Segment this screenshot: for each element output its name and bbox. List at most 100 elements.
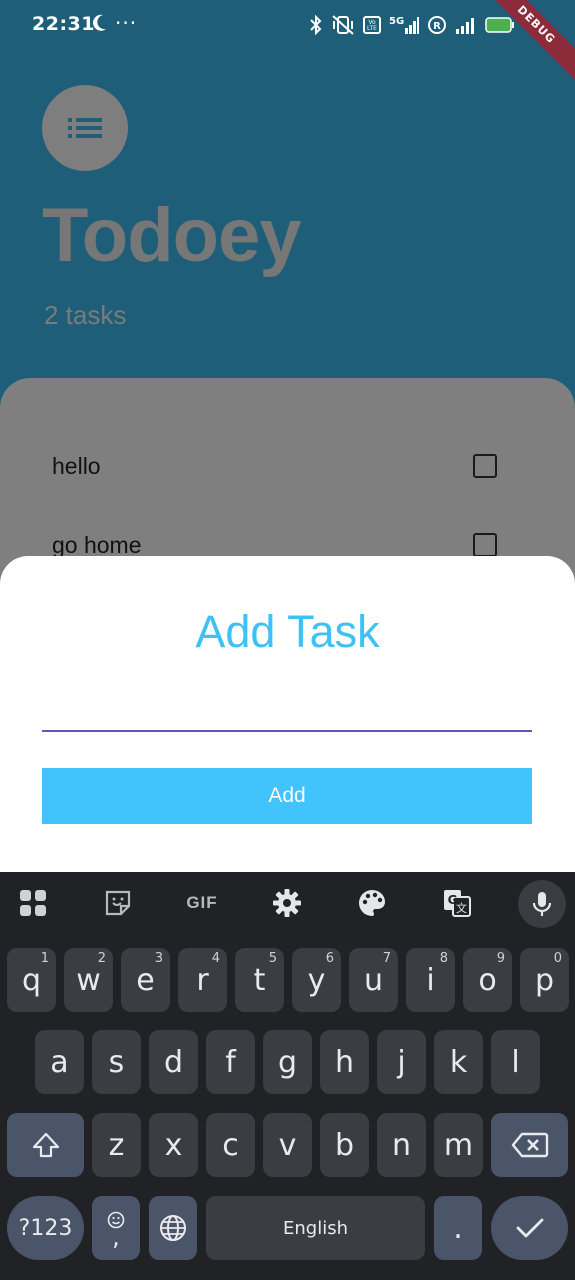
key-label: o xyxy=(478,962,497,998)
key-j[interactable]: j xyxy=(377,1030,426,1094)
key-hint: 9 xyxy=(496,951,505,966)
key-c[interactable]: c xyxy=(206,1113,255,1177)
key-v[interactable]: v xyxy=(263,1113,312,1177)
mic-icon[interactable] xyxy=(518,880,566,928)
key-m[interactable]: m xyxy=(434,1113,483,1177)
key-label: u xyxy=(363,962,383,998)
moon-icon xyxy=(93,14,106,31)
key-label: i xyxy=(426,962,435,998)
key-a[interactable]: a xyxy=(35,1030,84,1094)
key-label: y xyxy=(307,962,326,998)
key-label: g xyxy=(277,1044,298,1080)
keyboard-toolbar: GIF G 文 xyxy=(0,872,575,936)
key-label: j xyxy=(397,1044,406,1080)
svg-text:文: 文 xyxy=(456,901,467,915)
key-s[interactable]: s xyxy=(92,1030,141,1094)
volte-icon: Vo LTE xyxy=(363,16,381,34)
key-t[interactable]: t5 xyxy=(235,948,284,1012)
comma-label: , xyxy=(112,1223,120,1251)
key-label: z xyxy=(108,1127,125,1163)
key-label: x xyxy=(164,1127,183,1163)
period-key[interactable]: . xyxy=(434,1196,482,1260)
task-text: hello xyxy=(52,452,101,479)
key-label: b xyxy=(334,1127,355,1163)
backspace-key[interactable] xyxy=(491,1113,568,1177)
add-button[interactable]: Add xyxy=(42,768,532,824)
key-label: v xyxy=(278,1127,297,1163)
key-label: f xyxy=(225,1044,236,1080)
key-l[interactable]: l xyxy=(491,1030,540,1094)
svg-text:LTE: LTE xyxy=(367,25,377,32)
key-b[interactable]: b xyxy=(320,1113,369,1177)
list-icon xyxy=(68,118,102,138)
task-item[interactable]: hello xyxy=(52,446,497,486)
app-title: Todoey xyxy=(42,193,302,278)
key-label: q xyxy=(21,962,42,998)
key-r[interactable]: r4 xyxy=(178,948,227,1012)
key-k[interactable]: k xyxy=(434,1030,483,1094)
key-label: d xyxy=(163,1044,184,1080)
key-w[interactable]: w2 xyxy=(64,948,113,1012)
shift-key[interactable] xyxy=(7,1113,84,1177)
status-bar: 22:31 ··· Vo LTE 5G R DEBUG xyxy=(0,0,575,86)
task-checkbox[interactable] xyxy=(473,454,497,478)
key-h[interactable]: h xyxy=(320,1030,369,1094)
key-label: r xyxy=(196,962,209,998)
palette-icon[interactable] xyxy=(355,886,389,920)
key-label: k xyxy=(449,1044,468,1080)
language-key[interactable] xyxy=(149,1196,197,1260)
key-hint: 7 xyxy=(382,951,391,966)
add-task-sheet: Add Task Add xyxy=(0,556,575,872)
gif-label: GIF xyxy=(186,893,218,912)
key-g[interactable]: g xyxy=(263,1030,312,1094)
gif-icon[interactable]: GIF xyxy=(180,886,224,920)
key-f[interactable]: f xyxy=(206,1030,255,1094)
key-hint: 6 xyxy=(325,951,334,966)
key-x[interactable]: x xyxy=(149,1113,198,1177)
key-p[interactable]: p0 xyxy=(520,948,569,1012)
soft-keyboard: GIF G 文 ?123 , English . q 1 w 2 e 3 r 4… xyxy=(0,872,575,1280)
symbols-key[interactable]: ?123 xyxy=(7,1196,84,1260)
key-z[interactable]: z xyxy=(92,1113,141,1177)
key-u[interactable]: u7 xyxy=(349,948,398,1012)
sticker-icon[interactable] xyxy=(101,886,135,920)
settings-icon[interactable] xyxy=(270,886,304,920)
key-label: t xyxy=(253,962,266,998)
emoji-comma-key[interactable]: , xyxy=(92,1196,140,1260)
key-hint: 0 xyxy=(553,951,562,966)
task-count: 2 tasks xyxy=(44,300,127,330)
status-icons: Vo LTE 5G R xyxy=(309,12,515,38)
key-label: e xyxy=(136,962,155,998)
key-label: p xyxy=(534,962,555,998)
key-label: n xyxy=(391,1127,411,1163)
translate-icon[interactable]: G 文 xyxy=(440,886,474,920)
enter-key[interactable] xyxy=(491,1196,568,1260)
menu-avatar xyxy=(42,85,128,171)
key-o[interactable]: o9 xyxy=(463,948,512,1012)
svg-text:5G: 5G xyxy=(389,16,404,27)
key-n[interactable]: n xyxy=(377,1113,426,1177)
task-text: go home xyxy=(52,531,142,558)
key-e[interactable]: e3 xyxy=(121,948,170,1012)
key-hint: 3 xyxy=(154,951,163,966)
key-hint: 1 xyxy=(40,951,49,966)
backspace-icon xyxy=(511,1132,548,1158)
checkmark-icon xyxy=(516,1218,543,1238)
key-d[interactable]: d xyxy=(149,1030,198,1094)
bluetooth-icon xyxy=(310,15,322,35)
key-label: l xyxy=(511,1044,520,1080)
key-hint: 4 xyxy=(211,951,220,966)
key-label: a xyxy=(50,1044,69,1080)
task-checkbox[interactable] xyxy=(473,533,497,557)
key-y[interactable]: y6 xyxy=(292,948,341,1012)
space-key[interactable]: English xyxy=(206,1196,425,1260)
task-title-input[interactable] xyxy=(42,696,532,732)
key-label: h xyxy=(334,1044,354,1080)
apps-icon[interactable] xyxy=(16,886,50,920)
key-i[interactable]: i8 xyxy=(406,948,455,1012)
battery-icon xyxy=(485,17,514,33)
key-q[interactable]: q1 xyxy=(7,948,56,1012)
sheet-title: Add Task xyxy=(195,606,380,657)
globe-icon xyxy=(160,1215,186,1241)
status-time: 22:31 xyxy=(32,13,95,35)
